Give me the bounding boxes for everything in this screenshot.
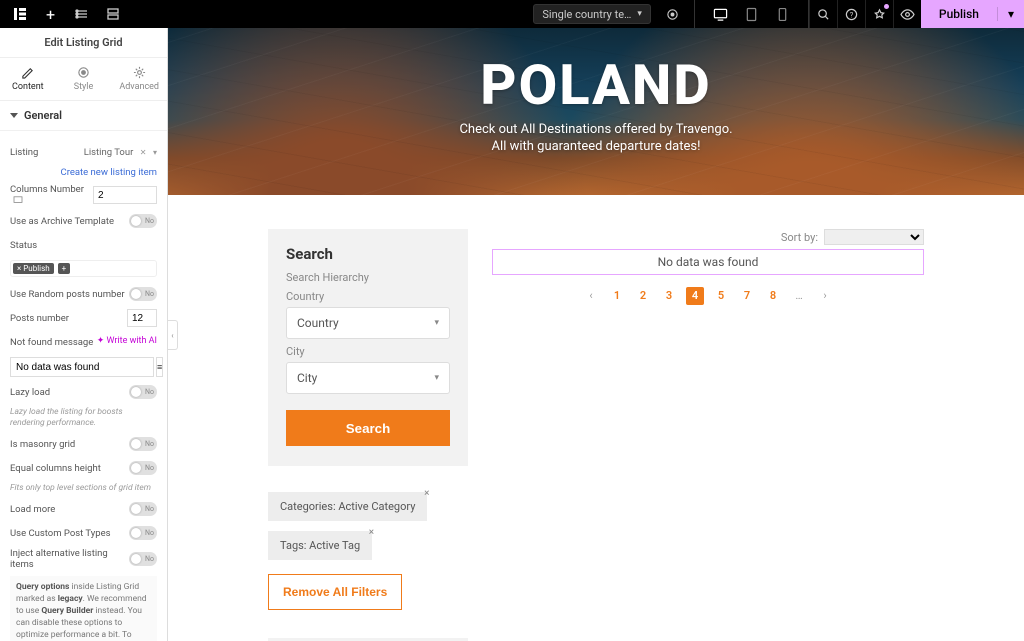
custom-post-toggle[interactable]: No	[129, 526, 157, 540]
pagination: ‹ 1234578 … ›	[492, 287, 924, 305]
page-7[interactable]: 7	[738, 287, 756, 305]
section-general[interactable]: General	[0, 101, 167, 131]
random-toggle[interactable]: No	[129, 287, 157, 301]
hero-subtitle-2: All with guaranteed departure dates!	[492, 139, 701, 154]
status-chip-publish[interactable]: × Publish	[13, 263, 54, 274]
chevron-down-icon	[10, 113, 18, 118]
preview-icon[interactable]	[893, 0, 921, 28]
lazy-hint: Lazy load the listing for boosts renderi…	[10, 407, 157, 429]
help-icon[interactable]: ?	[837, 0, 865, 28]
search-card: Search Search Hierarchy Country Country▾…	[268, 229, 468, 466]
search-title: Search	[286, 245, 450, 263]
preview-canvas: POLAND Check out All Destinations offere…	[168, 28, 1024, 641]
columns-input[interactable]	[93, 186, 157, 204]
inject-label: Inject alternative listing items	[10, 548, 129, 570]
sort-by-select[interactable]	[824, 229, 924, 245]
city-label: City	[286, 345, 450, 358]
tablet-device-icon[interactable]	[744, 7, 759, 22]
posts-number-input[interactable]	[127, 309, 157, 327]
structure-icon[interactable]	[74, 7, 89, 22]
tab-style[interactable]: Style	[56, 58, 112, 100]
columns-label: Columns Number	[10, 184, 93, 206]
finder-icon[interactable]	[809, 0, 837, 28]
template-name: Single country te…	[542, 8, 631, 21]
publish-options-caret[interactable]: ▾	[998, 7, 1024, 21]
page-2[interactable]: 2	[634, 287, 652, 305]
equal-cols-toggle[interactable]: No	[129, 461, 157, 475]
elementor-logo-icon[interactable]	[12, 7, 27, 22]
page-5[interactable]: 5	[712, 287, 730, 305]
page-…: …	[790, 287, 808, 305]
panel-tabs: Content Style Advanced	[0, 58, 167, 101]
top-bar: + Single country te… ▾	[0, 0, 1024, 28]
equal-cols-hint: Fits only top level sections of grid ite…	[10, 483, 157, 494]
masonry-toggle[interactable]: No	[129, 437, 157, 451]
create-listing-link[interactable]: Create new listing item	[10, 167, 157, 178]
publish-button[interactable]: Publish ▾	[921, 0, 1024, 28]
lazy-toggle[interactable]: No	[129, 385, 157, 399]
random-label: Use Random posts number	[10, 289, 129, 300]
close-icon[interactable]: ×	[424, 488, 429, 499]
panel-title: Edit Listing Grid	[0, 28, 167, 58]
edit-panel: Edit Listing Grid Content Style Advanced…	[0, 28, 168, 641]
chevron-down-icon: ▾	[637, 9, 642, 19]
whats-new-icon[interactable]	[865, 0, 893, 28]
loadmore-toggle[interactable]: No	[129, 502, 157, 516]
template-picker[interactable]: Single country te… ▾	[533, 4, 651, 24]
remove-all-filters-button[interactable]: Remove All Filters	[268, 574, 402, 610]
page-1[interactable]: 1	[608, 287, 626, 305]
search-button[interactable]: Search	[286, 410, 450, 446]
notfound-label: Not found message	[10, 337, 97, 348]
hero-section: POLAND Check out All Destinations offere…	[168, 28, 1024, 195]
tab-advanced[interactable]: Advanced	[111, 58, 167, 100]
filter-chip-tag[interactable]: Tags: Active Tag	[268, 531, 372, 560]
dynamic-tags-icon[interactable]: ≡	[156, 357, 163, 377]
archive-toggle[interactable]: No	[129, 214, 157, 228]
navigator-icon[interactable]	[105, 7, 120, 22]
page-settings-icon[interactable]	[665, 7, 680, 22]
chevron-down-icon: ▾	[434, 373, 439, 383]
custom-post-label: Use Custom Post Types	[10, 528, 129, 539]
tab-content[interactable]: Content	[0, 58, 56, 100]
loadmore-label: Load more	[10, 504, 129, 515]
listing-label: Listing	[10, 147, 84, 158]
masonry-label: Is masonry grid	[10, 439, 129, 450]
page-8[interactable]: 8	[764, 287, 782, 305]
close-icon[interactable]: ×	[369, 527, 374, 538]
city-select[interactable]: City▾	[286, 362, 450, 394]
svg-text:?: ?	[850, 10, 854, 19]
status-add-chip[interactable]: +	[58, 263, 71, 274]
lazy-label: Lazy load	[10, 387, 129, 398]
filter-chip-category[interactable]: Categories: Active Category	[268, 492, 427, 521]
write-with-ai-link[interactable]: ✦ Write with AI	[97, 336, 157, 346]
page-4[interactable]: 4	[686, 287, 704, 305]
sort-by-label: Sort by:	[781, 231, 818, 244]
equal-cols-label: Equal columns height	[10, 463, 129, 474]
search-hierarchy-label: Search Hierarchy	[286, 271, 450, 284]
page-›[interactable]: ›	[816, 287, 834, 305]
query-info-box: Query options inside Listing Grid marked…	[10, 576, 157, 641]
posts-number-label: Posts number	[10, 313, 127, 324]
hero-subtitle-1: Check out All Destinations offered by Tr…	[459, 122, 732, 137]
page-3[interactable]: 3	[660, 287, 678, 305]
inject-toggle[interactable]: No	[129, 552, 157, 566]
archive-label: Use as Archive Template	[10, 216, 129, 227]
listing-select[interactable]: Listing Tour ✕ ▾	[84, 147, 157, 158]
listing-grid-notfound[interactable]: No data was found	[492, 249, 924, 275]
page-‹[interactable]: ‹	[582, 287, 600, 305]
desktop-device-icon[interactable]	[713, 7, 728, 22]
mobile-device-icon[interactable]	[775, 7, 790, 22]
hero-title: POLAND	[480, 52, 711, 118]
status-chips[interactable]: × Publish +	[10, 260, 157, 277]
chevron-down-icon: ▾	[434, 318, 439, 328]
country-select[interactable]: Country▾	[286, 307, 450, 339]
status-label: Status	[10, 240, 157, 251]
panel-collapse-handle[interactable]: ‹	[168, 320, 178, 350]
add-element-icon[interactable]: +	[43, 7, 58, 22]
country-label: Country	[286, 290, 450, 303]
notfound-input[interactable]	[10, 357, 154, 377]
